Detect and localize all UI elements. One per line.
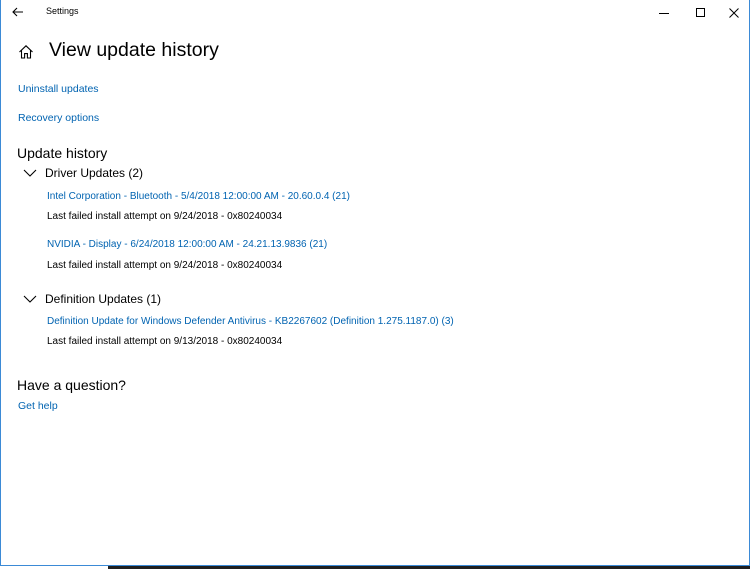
update-item-link[interactable]: Intel Corporation - Bluetooth - 5/4/2018… <box>47 191 350 202</box>
update-history-heading: Update history <box>17 145 108 161</box>
driver-updates-group-toggle[interactable]: Driver Updates (2) <box>23 165 143 181</box>
back-button[interactable] <box>7 2 29 22</box>
minimize-icon <box>659 12 669 14</box>
update-item-link[interactable]: NVIDIA - Display - 6/24/2018 12:00:00 AM… <box>47 239 327 250</box>
update-item-status: Last failed install attempt on 9/13/2018… <box>47 336 283 347</box>
close-button[interactable] <box>717 0 750 25</box>
minimize-button[interactable] <box>647 0 681 25</box>
page-title: View update history <box>49 39 219 61</box>
definition-updates-group-toggle[interactable]: Definition Updates (1) <box>23 291 161 307</box>
recovery-options-link[interactable]: Recovery options <box>18 112 99 124</box>
chevron-down-icon <box>23 295 37 303</box>
title-bar: Settings <box>1 0 749 25</box>
maximize-button[interactable] <box>684 0 718 25</box>
back-arrow-icon <box>12 7 23 17</box>
have-a-question-heading: Have a question? <box>17 377 126 393</box>
update-item-link[interactable]: Definition Update for Windows Defender A… <box>47 316 454 327</box>
driver-updates-label: Driver Updates (2) <box>45 166 144 180</box>
update-item-status: Last failed install attempt on 9/24/2018… <box>47 260 283 271</box>
definition-updates-label: Definition Updates (1) <box>45 292 162 306</box>
maximize-icon <box>696 7 705 17</box>
close-icon <box>729 7 739 18</box>
settings-window: Settings View update history Uninstall u… <box>0 0 750 566</box>
uninstall-updates-link[interactable]: Uninstall updates <box>18 83 99 95</box>
get-help-link[interactable]: Get help <box>18 400 58 412</box>
chevron-down-icon <box>23 169 37 177</box>
home-icon[interactable] <box>18 44 34 60</box>
window-title: Settings <box>46 6 79 16</box>
update-item-status: Last failed install attempt on 9/24/2018… <box>47 211 283 222</box>
